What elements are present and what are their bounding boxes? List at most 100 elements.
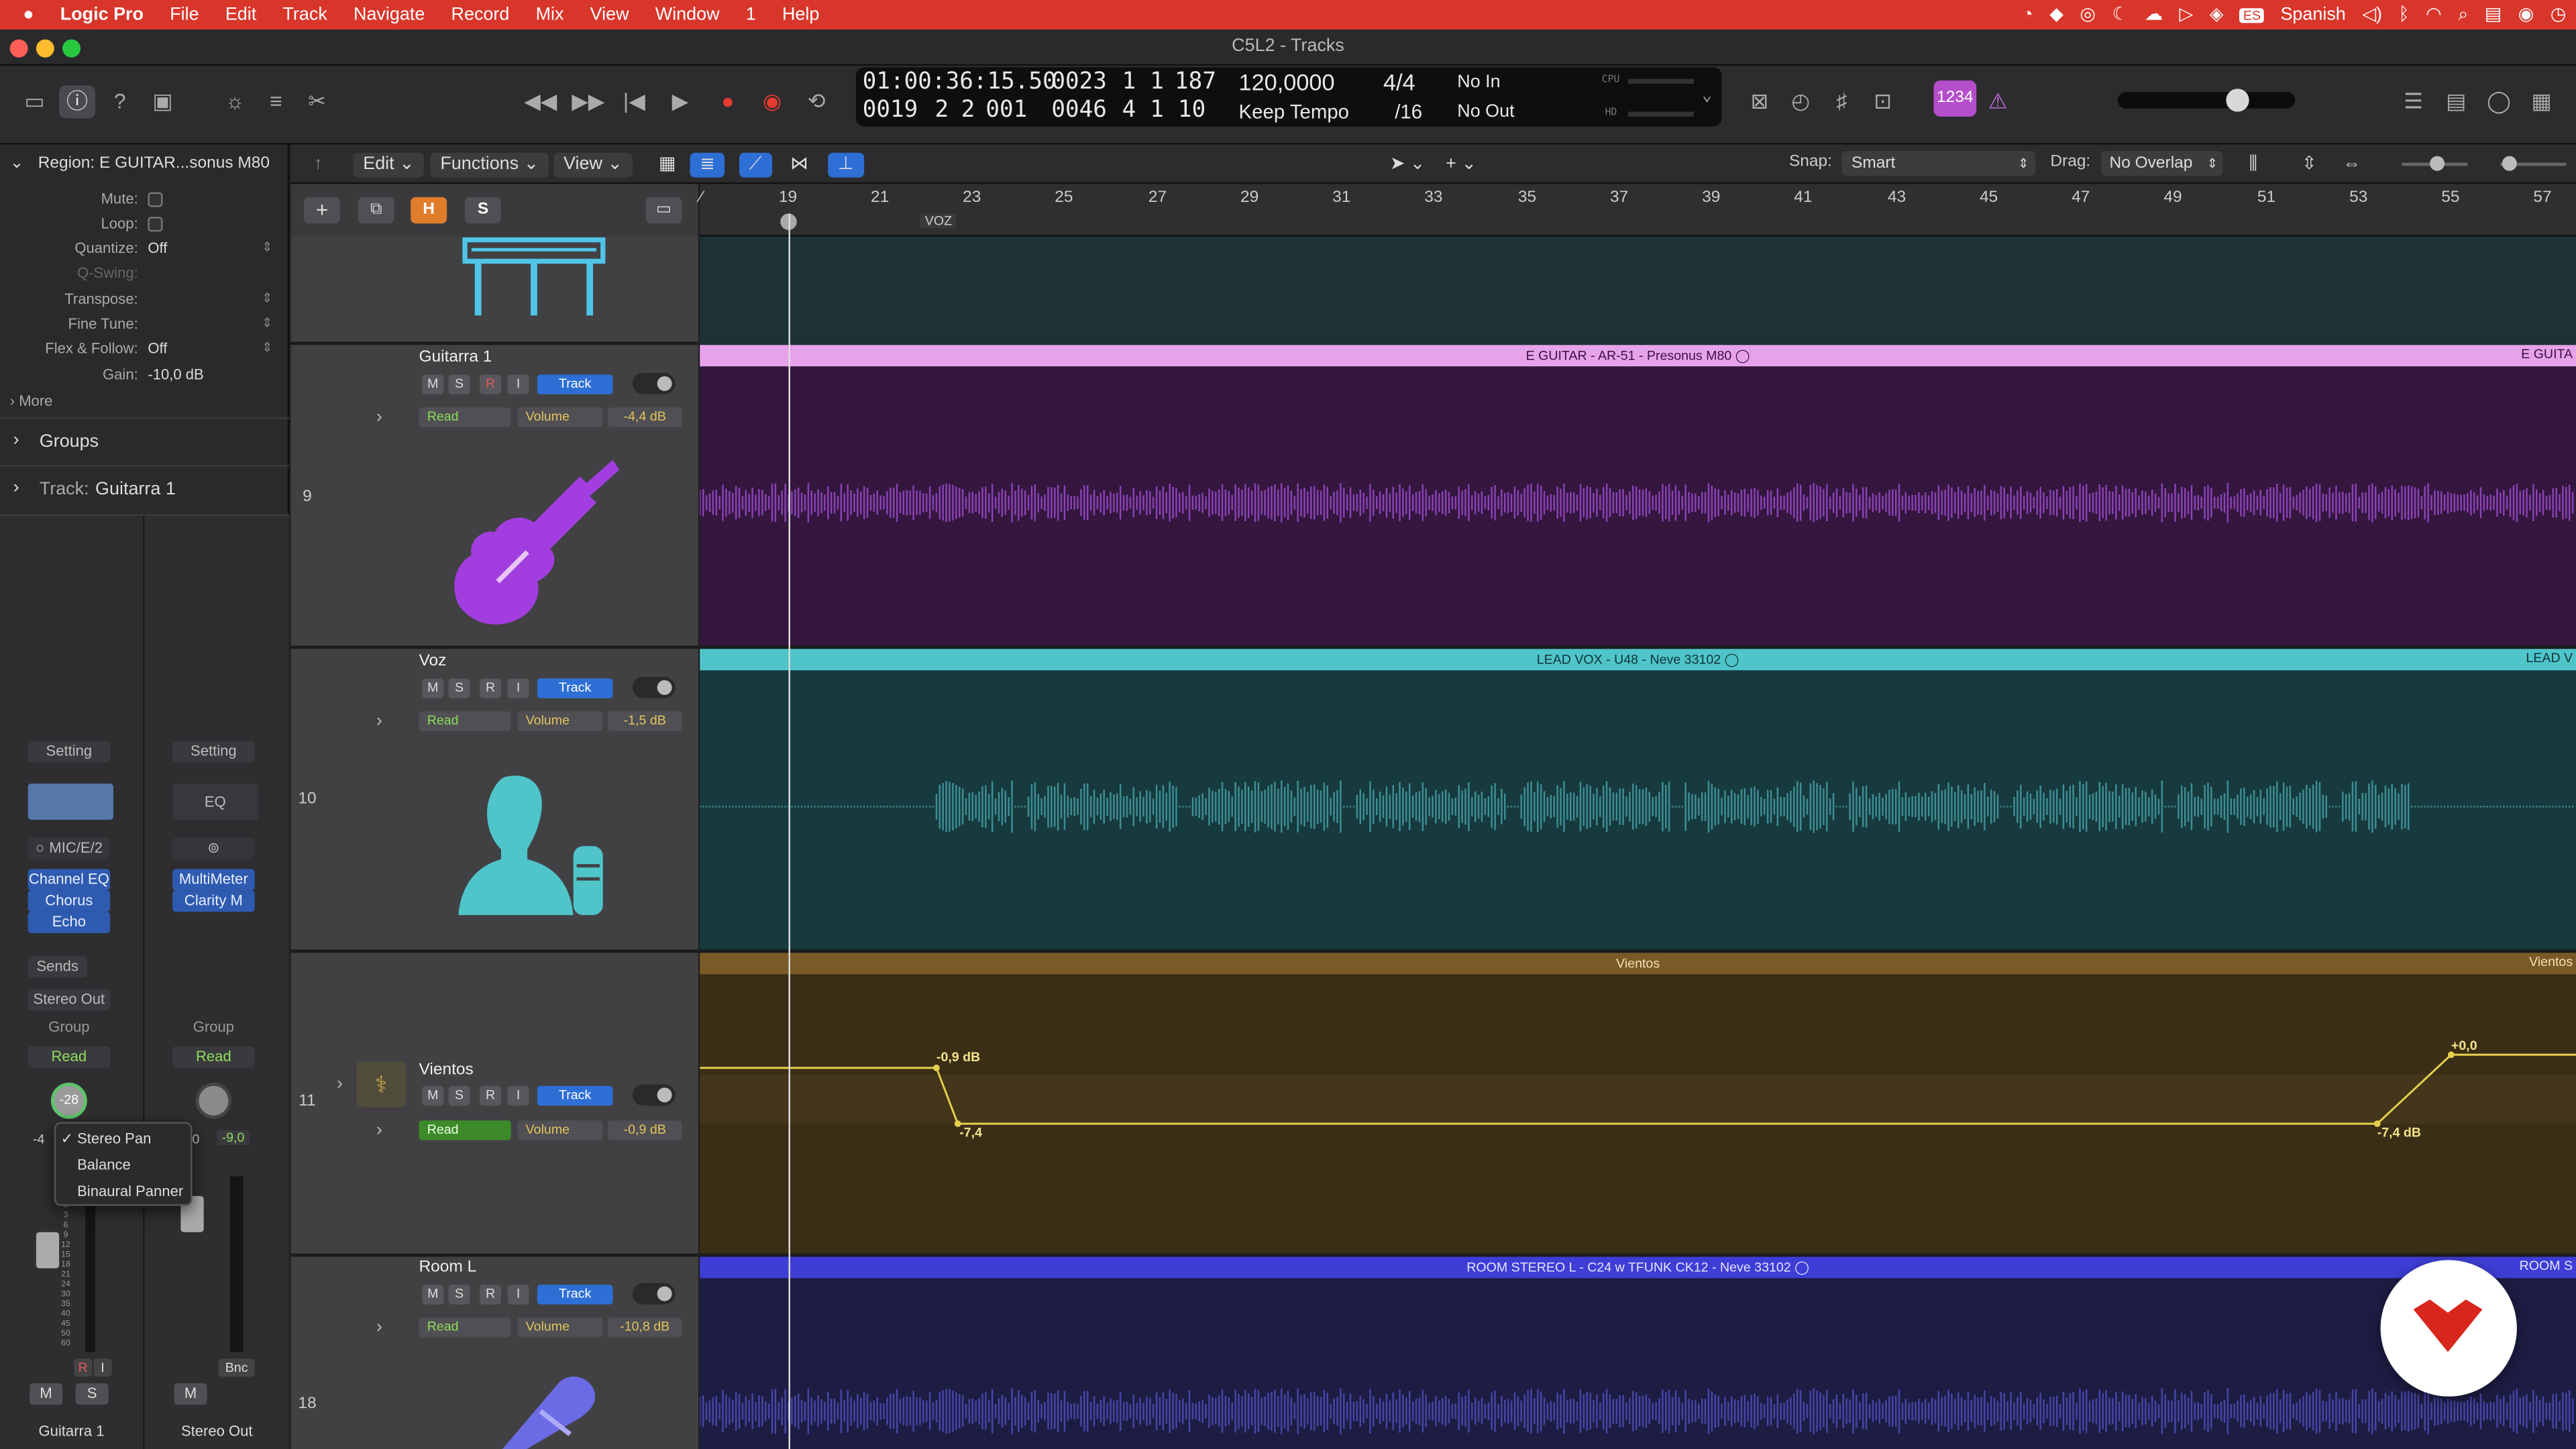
track-name[interactable]: Voz: [419, 652, 446, 670]
automation-icon[interactable]: ⟋: [739, 152, 772, 178]
metronome-icon[interactable]: ◴: [1782, 85, 1819, 118]
solo-button[interactable]: S: [448, 1085, 470, 1106]
solo-button[interactable]: S: [448, 678, 470, 698]
cloud-icon[interactable]: ☁: [2145, 5, 2163, 24]
warning-icon[interactable]: ⚠: [1980, 85, 2016, 118]
library-icon[interactable]: ▭: [16, 85, 52, 118]
strip1-pan-knob[interactable]: -28: [50, 1082, 87, 1119]
menu-navigate[interactable]: Navigate: [340, 5, 438, 24]
input-monitor-button[interactable]: I: [507, 678, 529, 698]
track-row-guitarra[interactable]: 9 Guitarra 1 M S R I Track › Read Volume…: [290, 345, 698, 649]
lcd-signature[interactable]: 4/4: [1383, 69, 1415, 95]
mute-button[interactable]: M: [422, 1085, 444, 1106]
plugin-clarity[interactable]: Clarity M: [172, 890, 255, 912]
menu-app[interactable]: Logic Pro: [47, 5, 156, 24]
lcd-chevron-down-icon[interactable]: ⌄: [1702, 87, 1712, 105]
region-room-stereo[interactable]: ROOM STEREO L - C24 w TFUNK CK12 - Neve …: [700, 1256, 2576, 1449]
chevron-right-icon[interactable]: ›: [337, 1075, 343, 1094]
apple-icon[interactable]: ●: [0, 5, 47, 24]
menu-item-balance[interactable]: Balance: [77, 1157, 131, 1173]
mute-checkbox[interactable]: [148, 192, 163, 207]
automation-parameter-select[interactable]: Volume: [517, 711, 603, 731]
editors-icon[interactable]: ✂: [299, 85, 335, 118]
capture-record-icon[interactable]: ◉: [754, 85, 790, 118]
menu-record[interactable]: Record: [438, 5, 523, 24]
strip1-output-button[interactable]: Stereo Out: [28, 989, 111, 1011]
chevron-right-icon[interactable]: ›: [376, 1120, 382, 1140]
track-row-room[interactable]: 18 Room L M S R I Track › Read Volume -1…: [290, 1256, 698, 1449]
lcd-tempo-mode[interactable]: Keep Tempo: [1239, 100, 1350, 123]
play-circle-icon[interactable]: ▷: [2180, 5, 2194, 24]
track-row-voz[interactable]: 10 Voz M S R I Track › Read Volume -1,5 …: [290, 649, 698, 953]
automation-mode-select[interactable]: Read: [419, 1120, 511, 1140]
strip1-read-button[interactable]: Read: [28, 1046, 111, 1068]
timeline-ruler[interactable]: ⁄ 19 21 23 25 27 29 31 33 35 37 39 41 43…: [700, 184, 2576, 237]
solo-icon[interactable]: ⊡: [1865, 85, 1901, 118]
menu-file[interactable]: File: [157, 5, 213, 24]
horizontal-zoom-icon[interactable]: ⇔: [2333, 153, 2371, 178]
add-track-button[interactable]: +: [304, 197, 340, 224]
cycle-icon[interactable]: ⟲: [798, 85, 835, 118]
master-volume-knob[interactable]: [2226, 89, 2249, 112]
strip1-r-button[interactable]: R: [74, 1358, 93, 1377]
record-enable-button[interactable]: R: [480, 374, 501, 394]
vpn-icon[interactable]: ◈: [2210, 5, 2224, 24]
strip2-name[interactable]: Stereo Out: [145, 1423, 290, 1439]
forward-icon[interactable]: ▶▶: [570, 85, 606, 118]
solo-button[interactable]: S: [448, 374, 470, 394]
list-icon[interactable]: ≣: [690, 152, 725, 178]
browser-icon[interactable]: ▦: [2524, 85, 2560, 118]
snap-select[interactable]: Smart ⇕: [1841, 151, 2036, 176]
loop-browser-icon[interactable]: ◯: [2481, 85, 2517, 118]
finetune-row[interactable]: Fine Tune: ⇕: [0, 315, 289, 340]
menu-1[interactable]: 1: [733, 5, 769, 24]
smart-controls-icon[interactable]: ☼: [217, 85, 253, 118]
loop-checkbox[interactable]: [148, 217, 163, 232]
plugin-echo[interactable]: Echo: [28, 912, 111, 934]
automation-parameter-select[interactable]: Volume: [517, 407, 603, 427]
region-vientos[interactable]: Vientos Vientos -0,9 dB -7,4 -7,4 dB +0,…: [700, 953, 2576, 1257]
clock-icon[interactable]: ◷: [2551, 5, 2567, 24]
track-toggle[interactable]: [632, 676, 676, 698]
horizontal-zoom-knob[interactable]: [2502, 156, 2517, 171]
automation-parameter-select[interactable]: Volume: [517, 1120, 603, 1140]
duplicate-track-button[interactable]: ⧉: [358, 197, 394, 224]
vertical-zoom-knob[interactable]: [2430, 156, 2445, 171]
automation-parameter-select[interactable]: Volume: [517, 1318, 603, 1338]
flex-icon[interactable]: ⋈: [780, 153, 818, 178]
quick-help-icon[interactable]: ?: [102, 85, 138, 118]
track-on-button[interactable]: Track: [537, 374, 613, 394]
lcd-division[interactable]: /16: [1395, 100, 1422, 123]
track-on-button[interactable]: Track: [537, 678, 613, 698]
status-icon-2[interactable]: ◎: [2080, 5, 2096, 24]
quantize-row[interactable]: Quantize: Off ⇕: [0, 240, 289, 265]
strip1-input-button[interactable]: ○ MIC/E/2: [28, 837, 111, 859]
strip1-fader[interactable]: [36, 1232, 60, 1269]
status-icon[interactable]: ◔: [2022, 5, 2033, 24]
list-editors-icon[interactable]: ☰: [2396, 85, 2432, 118]
automation-value[interactable]: -10,8 dB: [608, 1318, 682, 1338]
automation-value[interactable]: -4,4 dB: [608, 407, 682, 427]
menu-view[interactable]: View: [577, 5, 642, 24]
mute-button[interactable]: M: [422, 374, 444, 394]
lcd-tempo[interactable]: 120,0000: [1239, 69, 1335, 95]
transpose-row[interactable]: Transpose: ⇕: [0, 290, 289, 315]
input-source[interactable]: Spanish: [2280, 5, 2345, 24]
strip1-name[interactable]: Guitarra 1: [0, 1423, 143, 1439]
strip2-link-button[interactable]: ⊚: [172, 837, 255, 859]
plugin-multimeter[interactable]: MultiMeter: [172, 869, 255, 891]
track-section[interactable]: › Track: Guitarra 1: [0, 465, 290, 511]
track-name[interactable]: Guitarra 1: [419, 348, 492, 366]
rewind-icon[interactable]: ◀◀: [523, 85, 559, 118]
track-piano[interactable]: [290, 236, 698, 345]
strip1-mute-button[interactable]: M: [30, 1383, 63, 1405]
track-on-button[interactable]: Track: [537, 1285, 613, 1305]
strip2-eq-button[interactable]: EQ: [172, 784, 258, 820]
toolbar-icon[interactable]: ▣: [145, 85, 181, 118]
record-enable-button[interactable]: R: [480, 1085, 501, 1106]
go-to-start-icon[interactable]: |◀: [616, 85, 652, 118]
more-disclosure[interactable]: › More: [10, 392, 53, 409]
region-e-guitar[interactable]: E GUITAR - AR-51 - Presonus M80 ◯ E GUIT…: [700, 345, 2576, 649]
plugin-chorus[interactable]: Chorus: [28, 890, 111, 912]
plugin-channel-eq[interactable]: Channel EQ: [28, 869, 111, 891]
